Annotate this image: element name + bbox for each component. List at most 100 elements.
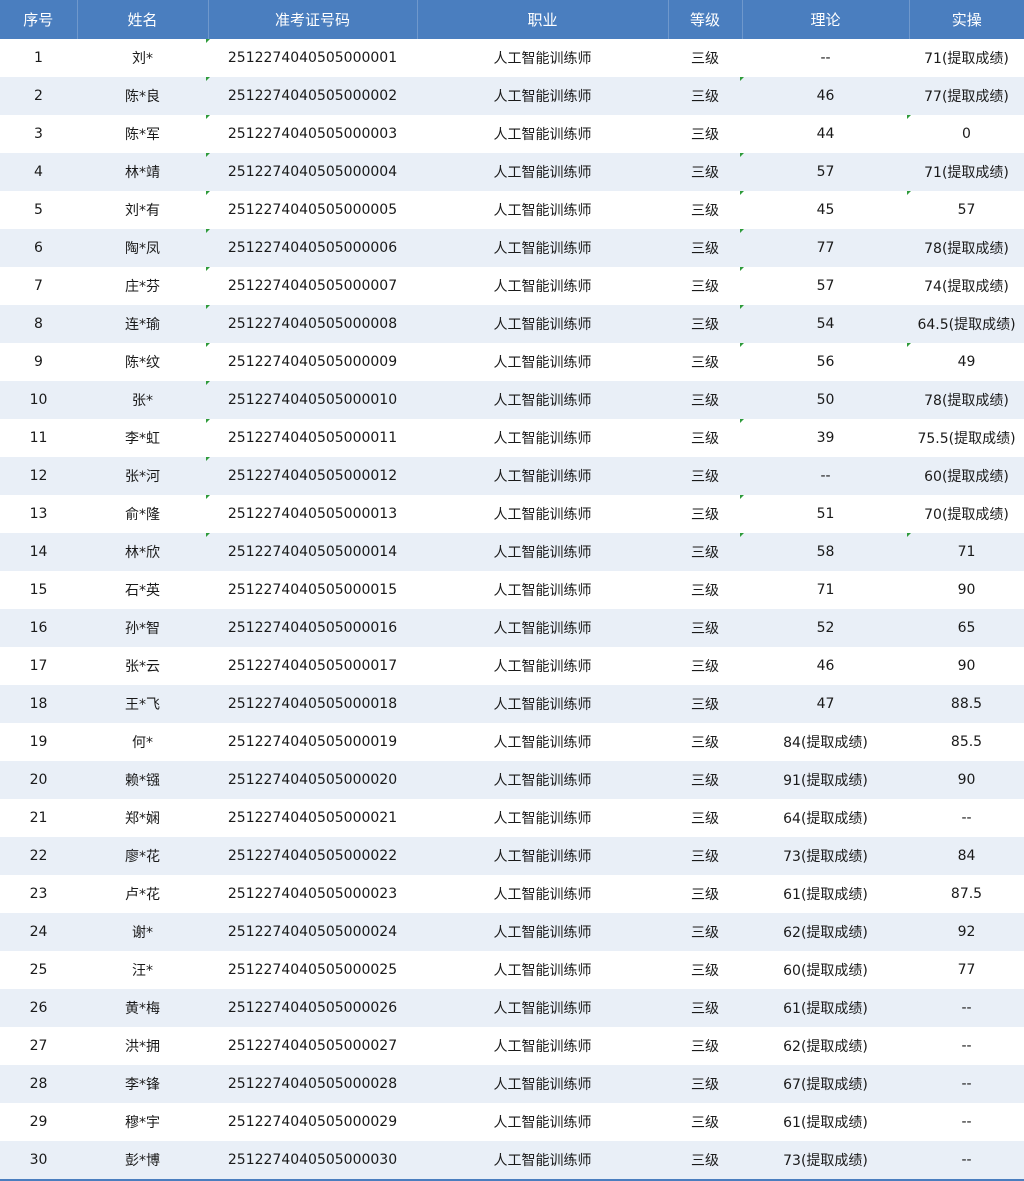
column-header-occupation: 职业: [417, 0, 669, 39]
cell-practical: 90: [957, 772, 976, 788]
cell-occupation: 人工智能训练师: [493, 89, 592, 105]
cell-theory: 56: [740, 343, 909, 381]
cell-ticket-number: 2512274040505000015: [227, 582, 398, 598]
cell-name: 王*飞: [125, 697, 160, 713]
cell-level: 三级: [691, 849, 719, 865]
cell-theory: 61(提取成绩): [783, 1001, 868, 1017]
cell-theory: --: [820, 468, 831, 484]
cell-level: 三级: [691, 583, 719, 599]
header-row: 序号 姓名 准考证号码 职业 等级 理论 实操: [0, 0, 1024, 39]
cell-practical: --: [961, 1114, 972, 1130]
cell-index: 9: [34, 354, 43, 370]
cell-practical: 0: [907, 115, 1024, 153]
cell-level: 三级: [691, 545, 719, 561]
cell-index: 14: [29, 544, 48, 560]
cell-ticket-number: 2512274040505000026: [227, 1000, 398, 1016]
cell-name: 赖*镪: [125, 773, 160, 789]
cell-theory: 77: [740, 229, 909, 267]
cell-name: 刘*有: [125, 203, 160, 219]
cell-name: 郑*娴: [125, 811, 160, 827]
table-row: 27 洪*拥 2512274040505000027 人工智能训练师 三级 62(提取成绩…: [0, 1027, 1024, 1065]
column-header-practical: 实操: [909, 0, 1024, 39]
cell-occupation: 人工智能训练师: [493, 735, 592, 751]
table-row: 9 陈*纹 2512274040505000009 人工智能训练师 三级 56 49: [0, 343, 1024, 381]
cell-ticket-number: 2512274040505000014: [206, 533, 417, 571]
cell-name: 孙*智: [125, 621, 160, 637]
cell-ticket-number: 2512274040505000013: [206, 495, 417, 533]
cell-theory: 46: [816, 658, 835, 674]
cell-name: 张*云: [125, 659, 160, 675]
table-row: 10 张* 2512274040505000010 人工智能训练师 三级 50 78(提取成…: [0, 381, 1024, 419]
cell-index: 25: [29, 962, 48, 978]
cell-practical: 71(提取成绩): [924, 51, 1009, 67]
cell-name: 陈*纹: [125, 355, 160, 371]
cell-level: 三级: [691, 925, 719, 941]
cell-ticket-number: 2512274040505000028: [227, 1076, 398, 1092]
table-row: 18 王*飞 2512274040505000018 人工智能训练师 三级 47 88.5: [0, 685, 1024, 723]
cell-index: 30: [29, 1152, 48, 1168]
cell-occupation: 人工智能训练师: [493, 279, 592, 295]
cell-occupation: 人工智能训练师: [493, 127, 592, 143]
cell-name: 张*河: [125, 469, 160, 485]
cell-name: 刘*: [132, 51, 153, 67]
cell-ticket-number: 2512274040505000022: [227, 848, 398, 864]
cell-level: 三级: [691, 469, 719, 485]
cell-theory: 62(提取成绩): [783, 925, 868, 941]
cell-ticket-number: 2512274040505000020: [227, 772, 398, 788]
cell-occupation: 人工智能训练师: [493, 1039, 592, 1055]
cell-index: 5: [34, 202, 43, 218]
cell-occupation: 人工智能训练师: [493, 469, 592, 485]
cell-index: 3: [34, 126, 43, 142]
cell-index: 6: [34, 240, 43, 256]
cell-practical: 77: [957, 962, 976, 978]
cell-name: 陈*军: [125, 127, 160, 143]
cell-theory: 61(提取成绩): [783, 1115, 868, 1131]
cell-ticket-number: 2512274040505000027: [227, 1038, 398, 1054]
cell-theory: 51: [740, 495, 909, 533]
table-row: 24 谢* 2512274040505000024 人工智能训练师 三级 62(提取成绩)…: [0, 913, 1024, 951]
cell-theory: 73(提取成绩): [783, 1153, 868, 1169]
cell-index: 20: [29, 772, 48, 788]
cell-occupation: 人工智能训练师: [493, 697, 592, 713]
cell-index: 23: [29, 886, 48, 902]
cell-ticket-number: 2512274040505000024: [227, 924, 398, 940]
cell-theory: 67(提取成绩): [783, 1077, 868, 1093]
cell-theory: 84(提取成绩): [783, 735, 868, 751]
cell-occupation: 人工智能训练师: [493, 621, 592, 637]
table-row: 19 何* 2512274040505000019 人工智能训练师 三级 84(提取成绩)…: [0, 723, 1024, 761]
table-row: 17 张*云 2512274040505000017 人工智能训练师 三级 46 90: [0, 647, 1024, 685]
column-header-index: 序号: [0, 0, 78, 39]
table-row: 13 俞*隆 2512274040505000013 人工智能训练师 三级 51 70(提取…: [0, 495, 1024, 533]
column-header-ticket-number: 准考证号码: [208, 0, 418, 39]
cell-name: 俞*隆: [125, 507, 160, 523]
cell-level: 三级: [691, 1115, 719, 1131]
cell-ticket-number: 2512274040505000006: [206, 229, 417, 267]
table-row: 4 林*靖 2512274040505000004 人工智能训练师 三级 57 71(提取成…: [0, 153, 1024, 191]
cell-occupation: 人工智能训练师: [493, 811, 592, 827]
cell-theory: 50: [816, 392, 835, 408]
cell-level: 三级: [691, 165, 719, 181]
cell-name: 穆*宇: [125, 1115, 160, 1131]
cell-occupation: 人工智能训练师: [493, 583, 592, 599]
cell-occupation: 人工智能训练师: [493, 165, 592, 181]
cell-practical: 78(提取成绩): [924, 241, 1009, 257]
cell-index: 29: [29, 1114, 48, 1130]
cell-practical: 64.5(提取成绩): [917, 317, 1016, 333]
cell-theory: 64(提取成绩): [783, 811, 868, 827]
cell-ticket-number: 2512274040505000029: [227, 1114, 398, 1130]
cell-practical: 85.5: [950, 734, 983, 750]
cell-occupation: 人工智能训练师: [493, 773, 592, 789]
cell-ticket-number: 2512274040505000021: [227, 810, 398, 826]
cell-theory: 39: [740, 419, 909, 457]
table-row: 14 林*欣 2512274040505000014 人工智能训练师 三级 58 71: [0, 533, 1024, 571]
table-row: 6 陶*凤 2512274040505000006 人工智能训练师 三级 77 78(提取成…: [0, 229, 1024, 267]
cell-practical: 75.5(提取成绩): [917, 431, 1016, 447]
cell-level: 三级: [691, 1153, 719, 1169]
cell-ticket-number: 2512274040505000002: [206, 77, 417, 115]
table-body: 1 刘* 2512274040505000001 人工智能训练师 三级 -- 71(提取成绩…: [0, 39, 1024, 1179]
cell-level: 三级: [691, 659, 719, 675]
cell-level: 三级: [691, 773, 719, 789]
cell-name: 彭*博: [125, 1153, 160, 1169]
cell-practical: 88.5: [950, 696, 983, 712]
cell-practical: 65: [957, 620, 976, 636]
